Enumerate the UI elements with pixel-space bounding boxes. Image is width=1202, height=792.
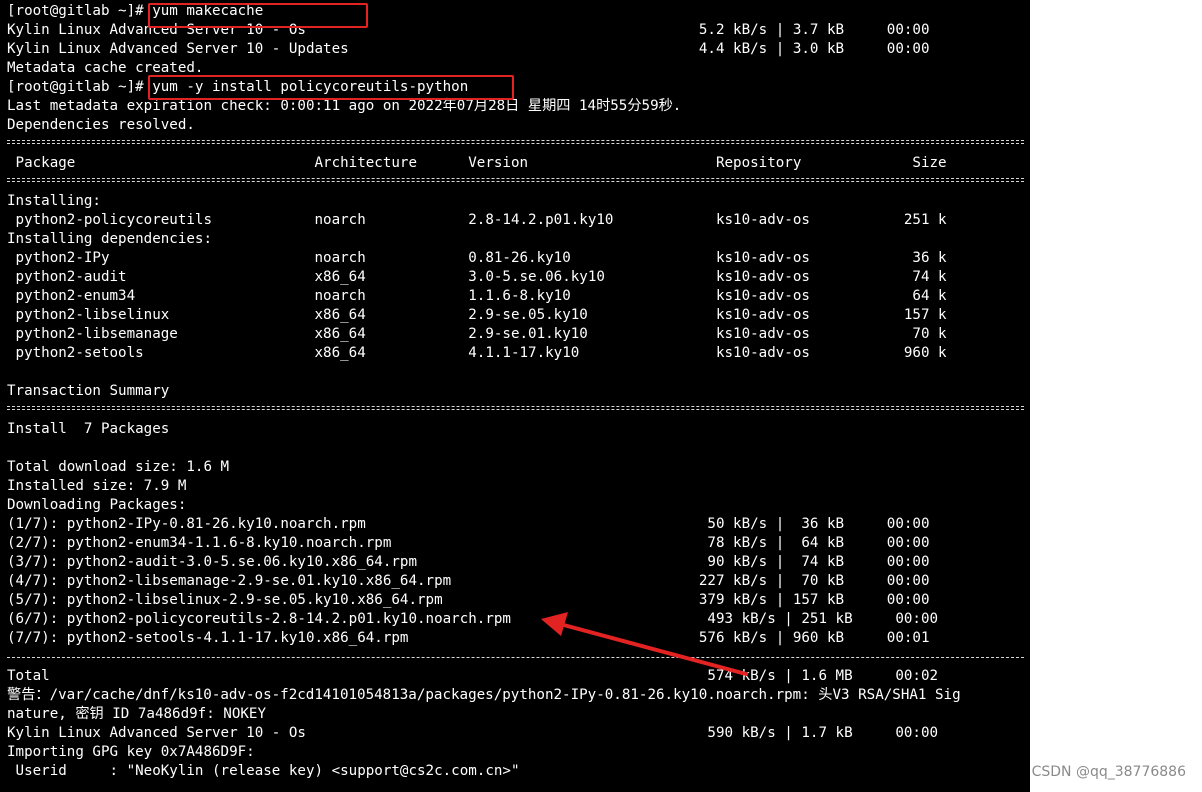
table-row: python2-libselinux x86_64 2.9-se.05.ky10… xyxy=(7,307,947,323)
terminal-line: Installed size: 7.9 M xyxy=(7,478,187,494)
terminal-line: Kylin Linux Advanced Server 10 - Os 590 … xyxy=(7,725,939,741)
table-row: python2-policycoreutils noarch 2.8-14.2.… xyxy=(7,212,947,228)
terminal-line: Kylin Linux Advanced Server 10 - Updates… xyxy=(7,41,930,57)
table-row: python2-libsemanage x86_64 2.9-se.01.ky1… xyxy=(7,326,947,342)
terminal-window[interactable]: [root@gitlab ~]# yum makecache Kylin Lin… xyxy=(0,0,1030,792)
terminal-line: Dependencies resolved. xyxy=(7,117,195,133)
download-line: (5/7): python2-libselinux-2.9-se.05.ky10… xyxy=(7,592,930,608)
highlight-box-install-command xyxy=(148,75,514,100)
table-separator xyxy=(7,406,1024,410)
terminal-line: Downloading Packages: xyxy=(7,497,187,513)
terminal-line: Installing: xyxy=(7,193,101,209)
table-row: python2-setools x86_64 4.1.1-17.ky10 ks1… xyxy=(7,345,947,361)
warning-line: nature, 密钥 ID 7a486d9f: NOKEY xyxy=(7,706,266,722)
screenshot: [root@gitlab ~]# yum makecache Kylin Lin… xyxy=(0,0,1202,792)
table-separator xyxy=(7,140,1024,144)
warning-line: 警告：/var/cache/dnf/ks10-adv-os-f2cd141010… xyxy=(7,687,961,703)
terminal-line: Install 7 Packages xyxy=(7,421,170,437)
terminal-line: Transaction Summary xyxy=(7,383,170,399)
table-header: Package Architecture Version Repository … xyxy=(7,155,947,171)
download-line: (2/7): python2-enum34-1.1.6-8.ky10.noarc… xyxy=(7,535,930,551)
table-row: python2-audit x86_64 3.0-5.se.06.ky10 ks… xyxy=(7,269,947,285)
terminal-line: Installing dependencies: xyxy=(7,231,212,247)
terminal-line: Kylin Linux Advanced Server 10 - Os 5.2 … xyxy=(7,22,930,38)
terminal-line: Userid : "NeoKylin (release key) <suppor… xyxy=(7,763,520,779)
highlight-box-makecache xyxy=(148,3,368,28)
csdn-watermark: CSDN @qq_38776886 xyxy=(1031,764,1186,780)
terminal-line: Total 574 kB/s | 1.6 MB 00:02 xyxy=(7,668,939,684)
terminal-line: Total download size: 1.6 M xyxy=(7,459,230,475)
total-separator xyxy=(7,657,1024,658)
download-line: (7/7): python2-setools-4.1.1-17.ky10.x86… xyxy=(7,630,930,646)
download-line: (3/7): python2-audit-3.0-5.se.06.ky10.x8… xyxy=(7,554,930,570)
download-line: (1/7): python2-IPy-0.81-26.ky10.noarch.r… xyxy=(7,516,930,532)
download-line: (6/7): python2-policycoreutils-2.8-14.2.… xyxy=(7,611,939,627)
terminal-line: Importing GPG key 0x7A486D9F: xyxy=(7,744,255,760)
table-row: python2-IPy noarch 0.81-26.ky10 ks10-adv… xyxy=(7,250,947,266)
table-separator xyxy=(7,178,1024,182)
download-line: (4/7): python2-libsemanage-2.9-se.01.ky1… xyxy=(7,573,930,589)
table-row: python2-enum34 noarch 1.1.6-8.ky10 ks10-… xyxy=(7,288,947,304)
